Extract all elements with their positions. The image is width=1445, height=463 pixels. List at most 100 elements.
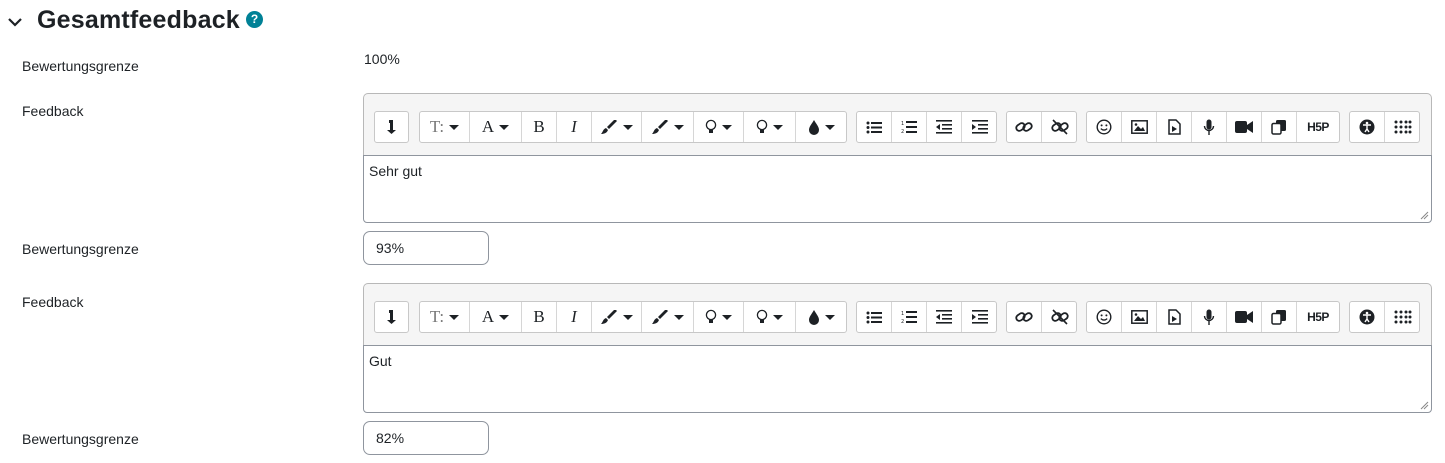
- water-drop-icon: [808, 120, 819, 135]
- feedback-textarea[interactable]: Gut: [363, 345, 1432, 413]
- toolbar-group-lists: 12: [856, 111, 997, 143]
- indent-button[interactable]: [962, 302, 997, 332]
- highlight-button[interactable]: [694, 302, 744, 332]
- highlight-alt-button[interactable]: [744, 112, 796, 142]
- bold-button[interactable]: B: [522, 112, 557, 142]
- font-family-button[interactable]: A: [470, 112, 522, 142]
- image-icon: [1130, 310, 1148, 324]
- color-picker-button[interactable]: [796, 112, 846, 142]
- background-color-button[interactable]: [642, 302, 694, 332]
- unordered-list-button[interactable]: [857, 302, 892, 332]
- lightbulb-icon: [705, 119, 717, 133]
- font-size-button[interactable]: T:: [420, 302, 470, 332]
- grade-boundary-label: Bewertungsgrenze: [22, 241, 139, 257]
- image-button[interactable]: [1122, 112, 1157, 142]
- water-drop-icon: [808, 310, 819, 325]
- outdent-icon: [936, 310, 952, 324]
- grade-boundary-input[interactable]: 93%: [363, 231, 489, 265]
- toolbar-group-collapse: [374, 111, 409, 143]
- brush-icon: [600, 119, 617, 134]
- manage-files-button[interactable]: [1262, 112, 1297, 142]
- numbered-list-icon: 12: [901, 311, 917, 324]
- resize-handle-icon[interactable]: [1420, 211, 1429, 220]
- font-family-button[interactable]: A: [470, 302, 522, 332]
- feedback-text: Sehr gut: [369, 163, 422, 179]
- smiley-icon: [1096, 309, 1112, 325]
- video-camera-icon: [1235, 121, 1253, 133]
- toolbar-group-style: T: A B I: [419, 111, 847, 143]
- font-letter: A: [481, 117, 495, 136]
- h5p-icon: H5P: [1307, 120, 1329, 134]
- color-picker-button[interactable]: [796, 302, 846, 332]
- video-camera-icon: [1235, 311, 1253, 323]
- text-color-button[interactable]: [592, 302, 642, 332]
- h5p-button[interactable]: H5P: [1297, 112, 1339, 142]
- emoji-button[interactable]: [1087, 112, 1122, 142]
- collapse-button[interactable]: [375, 112, 408, 142]
- toolbar-group-collapse: [374, 301, 409, 333]
- italic-button[interactable]: I: [557, 302, 592, 332]
- chevron-down-icon[interactable]: [6, 13, 24, 31]
- indent-button[interactable]: [962, 112, 997, 142]
- outdent-button[interactable]: [927, 302, 962, 332]
- toolbar-group-lists: 12: [856, 301, 997, 333]
- font-letter: A: [481, 307, 495, 326]
- link-button[interactable]: [1007, 302, 1042, 332]
- resize-handle-icon[interactable]: [1420, 401, 1429, 410]
- toolbar-group-accessibility: [1349, 301, 1420, 333]
- grade-boundary-input[interactable]: 82%: [363, 421, 489, 455]
- file-icon: [1167, 119, 1181, 135]
- toolbar-group-insert: H5P: [1086, 301, 1340, 333]
- toolbar-group-style: T: A B I: [419, 301, 847, 333]
- emoji-button[interactable]: [1087, 302, 1122, 332]
- font-size-button[interactable]: T:: [420, 112, 470, 142]
- h5p-button[interactable]: H5P: [1297, 302, 1339, 332]
- smiley-icon: [1096, 119, 1112, 135]
- highlight-alt-button[interactable]: [744, 302, 796, 332]
- record-audio-button[interactable]: [1192, 112, 1227, 142]
- show-more-button[interactable]: [1385, 112, 1420, 142]
- record-audio-button[interactable]: [1192, 302, 1227, 332]
- bullet-list-icon: [866, 311, 882, 323]
- bullet-list-icon: [866, 121, 882, 133]
- media-button[interactable]: [1157, 302, 1192, 332]
- unlink-button[interactable]: [1042, 302, 1077, 332]
- media-button[interactable]: [1157, 112, 1192, 142]
- show-more-button[interactable]: [1385, 302, 1420, 332]
- highlight-button[interactable]: [694, 112, 744, 142]
- numbered-list-icon: 12: [901, 121, 917, 134]
- help-icon[interactable]: ?: [246, 11, 263, 28]
- microphone-icon: [1203, 309, 1215, 325]
- manage-files-button[interactable]: [1262, 302, 1297, 332]
- toolbar-group-links: [1006, 301, 1077, 333]
- ordered-list-button[interactable]: 12: [892, 302, 927, 332]
- record-video-button[interactable]: [1227, 302, 1262, 332]
- feedback-textarea[interactable]: Sehr gut: [363, 155, 1432, 223]
- svg-text:1: 1: [901, 121, 904, 127]
- unlink-button[interactable]: [1042, 112, 1077, 142]
- h5p-icon: H5P: [1307, 310, 1329, 324]
- italic-button[interactable]: I: [557, 112, 592, 142]
- bold-button[interactable]: B: [522, 302, 557, 332]
- background-color-button[interactable]: [642, 112, 694, 142]
- grade-boundary-label: Bewertungsgrenze: [22, 58, 139, 74]
- image-button[interactable]: [1122, 302, 1157, 332]
- text-color-button[interactable]: [592, 112, 642, 142]
- lightbulb-icon: [756, 309, 768, 323]
- svg-text:2: 2: [901, 129, 904, 134]
- section-header[interactable]: Gesamtfeedback ?: [0, 0, 600, 44]
- outdent-button[interactable]: [927, 112, 962, 142]
- grade-boundary-label: Bewertungsgrenze: [22, 431, 139, 447]
- accessibility-icon: [1359, 309, 1375, 325]
- accessibility-checker-button[interactable]: [1350, 302, 1385, 332]
- italic-letter: I: [571, 307, 577, 326]
- svg-text:1: 1: [901, 311, 904, 317]
- accessibility-checker-button[interactable]: [1350, 112, 1385, 142]
- text-size-icon: T:: [429, 307, 445, 326]
- collapse-button[interactable]: [375, 302, 408, 332]
- unordered-list-button[interactable]: [857, 112, 892, 142]
- link-button[interactable]: [1007, 112, 1042, 142]
- ordered-list-button[interactable]: 12: [892, 112, 927, 142]
- record-video-button[interactable]: [1227, 112, 1262, 142]
- toolbar-group-accessibility: [1349, 111, 1420, 143]
